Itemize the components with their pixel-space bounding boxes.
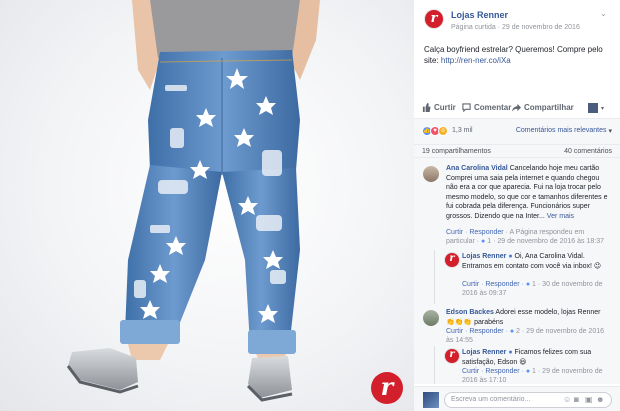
thumbs-up-icon — [422, 103, 431, 112]
post-sidebar: Lojas Renner Página curtida · 29 de nove… — [414, 0, 620, 411]
thumbs-up-icon: ● — [509, 328, 515, 335]
comment-button[interactable]: Comentar — [462, 103, 511, 112]
comment-author[interactable]: Edson Backes — [446, 309, 494, 316]
comment-sort-dropdown[interactable]: Comentários mais relevantes ▾ — [516, 127, 612, 135]
comment-body: Lojas Renner ● Ficamos felizes com sua s… — [462, 348, 612, 367]
comment-author[interactable]: Lojas Renner — [462, 349, 506, 356]
renner-logo: r — [371, 372, 403, 404]
reaction-count[interactable]: 1,3 mil — [452, 127, 473, 134]
gif-icon[interactable]: ▣ — [585, 396, 593, 404]
comment-body: Lojas Renner ● Oi, Ana Carolina Vidal. E… — [462, 252, 612, 271]
comment-likes[interactable]: 1 — [532, 368, 536, 375]
comment-text: Cancelando hoje meu cartão Comprei uma s… — [446, 165, 608, 220]
avatar[interactable] — [444, 252, 460, 268]
emoji-icon[interactable]: ☺ — [563, 396, 571, 404]
avatar[interactable] — [444, 348, 460, 364]
camera-icon[interactable]: ◙ — [574, 396, 582, 404]
post-meta: Página curtida · 29 de novembro de 2016 — [451, 24, 580, 31]
comment-body: Edson Backes Adorei esse modelo, lojas R… — [446, 308, 610, 327]
page-avatar[interactable] — [424, 9, 444, 29]
comment-author[interactable]: Lojas Renner — [462, 253, 506, 260]
wow-reaction-icon[interactable]: o — [438, 126, 448, 136]
comment-input[interactable]: Escreva um comentário... ☺ ◙ ▣ ☻ — [444, 392, 612, 408]
avatar[interactable] — [423, 166, 439, 182]
page-avatar-small-icon — [588, 103, 598, 113]
comment-meta: Curtir · Responder · ● 1 · 29 de novembr… — [462, 368, 603, 384]
share-button[interactable]: Compartilhar — [512, 103, 574, 112]
comment-composer: Escreva um comentário... ☺ ◙ ▣ ☻ — [414, 386, 620, 411]
sticker-icon[interactable]: ☻ — [596, 396, 604, 404]
comments-list: Ana Carolina Vidal Cancelando hoje meu c… — [414, 158, 620, 384]
share-label: Compartilhar — [524, 103, 574, 112]
like-button[interactable]: Curtir — [422, 103, 456, 112]
post-text: Calça boyfriend estrelar? Queremos! Comp… — [424, 44, 614, 66]
thumbs-up-icon: ● — [525, 281, 531, 288]
post-link[interactable]: http://ren-ner.co/iXa — [441, 56, 511, 65]
comment-likes[interactable]: 2 — [516, 328, 520, 335]
share-count[interactable]: 19 compartilhamentos — [422, 148, 491, 155]
comment-like-link[interactable]: Curtir — [446, 229, 463, 236]
comment-sort-label: Comentários mais relevantes — [515, 127, 607, 134]
chevron-down-icon[interactable]: ⌄ — [600, 10, 608, 18]
caret-down-icon: ▾ — [608, 128, 612, 135]
avatar[interactable] — [423, 310, 439, 326]
like-label: Curtir — [434, 103, 456, 112]
post-date[interactable]: 29 de novembro de 2016 — [502, 24, 580, 31]
comment-date[interactable]: 29 de novembro de 2016 às 18:37 — [497, 238, 604, 245]
comment-reply-link[interactable]: Responder — [469, 328, 503, 335]
reply-thread-line — [434, 346, 435, 384]
reactions-bar: 👍 ♥ o 1,3 mil Comentários mais relevante… — [414, 118, 620, 144]
comment-like-link[interactable]: Curtir — [446, 328, 463, 335]
comment-reply-link[interactable]: Responder — [485, 368, 519, 375]
comment-like-link[interactable]: Curtir — [462, 281, 479, 288]
caret-down-icon: ▾ — [601, 105, 605, 112]
comment-input-placeholder: Escreva um comentário... — [451, 396, 531, 403]
thumbs-up-icon: ● — [481, 238, 486, 245]
reply-thread-line — [434, 250, 435, 304]
verified-badge-icon: ● — [508, 349, 513, 356]
comment-count[interactable]: 40 comentários — [564, 148, 612, 155]
post-as-selector[interactable]: ▾ — [588, 103, 604, 113]
page-liked-label: Página curtida — [451, 24, 496, 31]
post-actions: Curtir Comentar Compartilhar ▾ — [414, 101, 620, 117]
comment-body: Ana Carolina Vidal Cancelando hoje meu c… — [446, 164, 610, 221]
page-name-link[interactable]: Lojas Renner — [451, 10, 508, 20]
thumbs-up-icon: ● — [525, 368, 531, 375]
comment-like-link[interactable]: Curtir — [462, 368, 479, 375]
comment-meta: Curtir · Responder · A Página respondeu … — [446, 229, 604, 245]
post-photo[interactable]: r — [0, 0, 414, 411]
comment-meta: Curtir · Responder · ● 1 · 30 de novembr… — [462, 281, 603, 297]
see-more-link[interactable]: Ver mais — [547, 213, 574, 220]
comment-label: Comentar — [474, 103, 512, 112]
comment-author[interactable]: Ana Carolina Vidal — [446, 165, 508, 172]
comment-reply-link[interactable]: Responder — [469, 229, 503, 236]
comment-reply-link[interactable]: Responder — [485, 281, 519, 288]
comment-icon — [462, 103, 471, 112]
post-header: Lojas Renner Página curtida · 29 de nove… — [414, 0, 620, 40]
share-icon — [512, 103, 521, 112]
comment-likes[interactable]: 1 — [487, 238, 491, 245]
comment-meta: Curtir · Responder · ● 2 · 29 de novembr… — [446, 328, 605, 344]
comment-likes[interactable]: 1 — [532, 281, 536, 288]
jeans-photo-illustration — [66, 0, 320, 402]
verified-badge-icon: ● — [508, 253, 513, 260]
post-stats: 19 compartilhamentos 40 comentários — [414, 144, 620, 158]
avatar — [423, 392, 439, 408]
